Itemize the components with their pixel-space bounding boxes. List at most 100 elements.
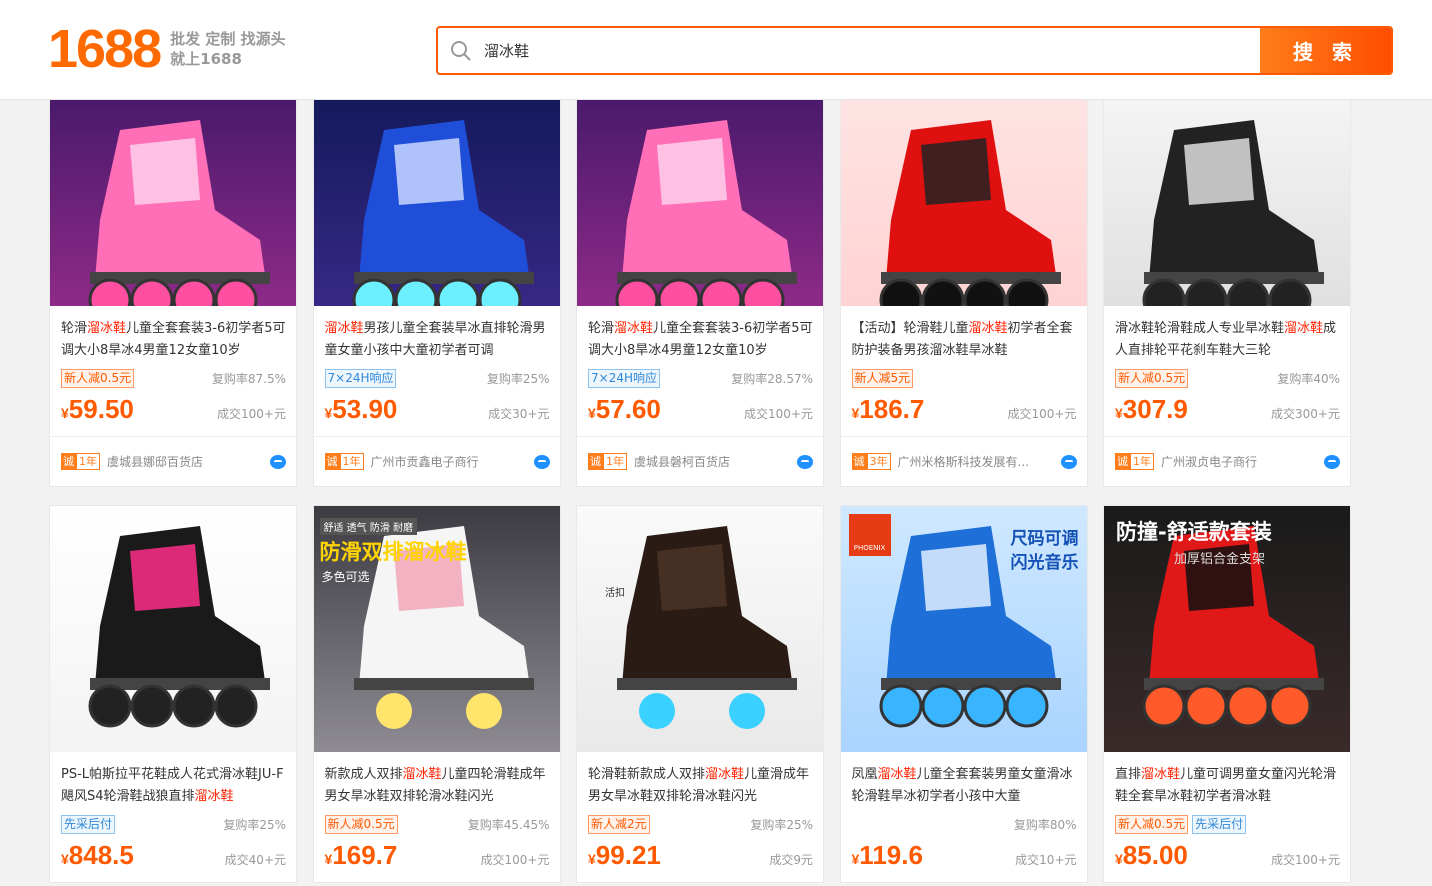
repurchase-rate: 复购率80% <box>1013 817 1077 832</box>
product-title[interactable]: 凤凰溜冰鞋儿童全套套装男童女童滑冰轮滑鞋旱冰初学者小孩中大童 <box>841 752 1087 808</box>
title-prefix: 轮滑鞋新款成人双排 <box>588 767 706 782</box>
shop-name[interactable]: 广州淑贞电子商行 <box>1161 453 1324 470</box>
product-meta: 新人减5元 <box>841 362 1087 394</box>
image-note: 活扣 <box>605 588 625 599</box>
search-button[interactable]: 搜 索 <box>1260 28 1391 73</box>
repurchase-rate: 复购率25% <box>486 371 550 386</box>
promo-tags: 新人减2元 <box>588 814 650 834</box>
price-row: ¥169.7 成交100+元 <box>314 840 560 882</box>
product-card[interactable]: 轮滑溜冰鞋儿童全套套装3-6初学者5可调大小8旱冰4男童12女童10岁 7×24… <box>576 99 824 487</box>
title-prefix: 滑冰鞋轮滑鞋成人专业旱冰鞋 <box>1115 321 1285 336</box>
product-title[interactable]: 溜冰鞋男孩儿童全套装旱冰直排轮滑男童女童小孩中大童初学者可调 <box>314 306 560 362</box>
product-price: ¥848.5 <box>61 840 134 871</box>
product-title[interactable]: 直排溜冰鞋儿童可调男童女童闪光轮滑鞋全套旱冰鞋初学者滑冰鞋 <box>1104 752 1350 808</box>
product-image[interactable] <box>840 100 1087 306</box>
product-image[interactable]: 尺码可调 闪光音乐 PHOENIX <box>840 506 1087 752</box>
product-price: ¥169.7 <box>325 840 398 871</box>
product-title[interactable]: 【活动】轮滑鞋儿童溜冰鞋初学者全套防护装备男孩溜冰鞋旱冰鞋 <box>841 306 1087 362</box>
years-badge: 1年 <box>603 453 627 470</box>
chat-icon[interactable] <box>797 454 813 469</box>
logo-slogan: 批发 定制 找源头 就上1688 <box>170 29 285 69</box>
deal-count: 成交100+元 <box>480 853 550 867</box>
promo-tag: 新人减0.5元 <box>61 368 135 388</box>
promo-tags: 新人减0.5元 <box>61 368 135 388</box>
site-logo[interactable]: 1688 批发 定制 找源头 就上1688 <box>48 22 286 76</box>
title-keyword: 溜冰鞋 <box>87 321 127 336</box>
product-meta: 先采后付 复购率25% <box>50 808 296 840</box>
cheng-badge: 诚 <box>851 453 867 470</box>
promo-tag: 新人减2元 <box>588 814 650 834</box>
product-card[interactable]: 轮滑溜冰鞋儿童全套套装3-6初学者5可调大小8旱冰4男童12女童10岁 新人减0… <box>49 99 297 487</box>
currency-symbol: ¥ <box>588 851 596 867</box>
currency-symbol: ¥ <box>1115 851 1123 867</box>
product-card[interactable]: 舒适 透气 防滑 耐磨 防滑双排溜冰鞋 多色可选 新款成人双排溜冰鞋儿童四轮滑鞋成年… <box>312 505 561 883</box>
shop-row[interactable]: 诚 1年 广州市贡鑫电子商行 <box>313 436 560 486</box>
shop-row[interactable]: 诚 1年 广州淑贞电子商行 <box>1104 436 1350 486</box>
product-title[interactable]: 轮滑溜冰鞋儿童全套套装3-6初学者5可调大小8旱冰4男童12女童10岁 <box>577 306 823 362</box>
product-card[interactable]: 尺码可调 闪光音乐 PHOENIX 凤凰溜冰鞋儿童全套套装男童女童滑冰轮滑鞋旱冰初学… <box>839 505 1088 883</box>
product-card[interactable]: 防撞-舒适款套装 加厚铝合金支架 直排溜冰鞋儿童可调男童女童闪光轮滑鞋全套旱冰鞋初… <box>1103 505 1351 883</box>
promo-tag: 新人减0.5元 <box>324 814 398 834</box>
product-meta: 新人减0.5元 复购率87.5% <box>50 362 296 394</box>
price-row: ¥59.50 成交100+元 <box>50 394 296 436</box>
product-card[interactable]: 活扣 轮滑鞋新款成人双排溜冰鞋儿童滑成年男女旱冰鞋双排轮滑冰鞋闪光 新人减2元 … <box>576 505 824 883</box>
currency-symbol: ¥ <box>61 405 69 421</box>
chat-icon[interactable] <box>1060 454 1077 469</box>
price-row: ¥848.5 成交40+元 <box>50 840 296 882</box>
chat-icon[interactable] <box>1324 454 1340 469</box>
product-image[interactable]: 防撞-舒适款套装 加厚铝合金支架 <box>1104 506 1350 752</box>
shop-name[interactable]: 虞城县磐柯百货店 <box>634 453 797 470</box>
product-card[interactable]: 溜冰鞋男孩儿童全套装旱冰直排轮滑男童女童小孩中大童初学者可调 7×24H响应 复… <box>312 99 561 487</box>
repurchase-rate: 复购率25% <box>750 817 813 832</box>
shop-row[interactable]: 诚 1年 虞城县娜邸百货店 <box>50 436 296 486</box>
product-image[interactable] <box>50 100 296 306</box>
product-image[interactable] <box>1104 100 1350 306</box>
product-title[interactable]: PS-L帕斯拉平花鞋成人花式滑冰鞋JU-F飓风S4轮滑鞋战狼直排溜冰鞋 <box>50 752 296 808</box>
price-value: 186.7 <box>859 394 925 424</box>
product-card[interactable]: 滑冰鞋轮滑鞋成人专业旱冰鞋溜冰鞋成人直排轮平花刹车鞋大三轮 新人减0.5元 复购… <box>1103 99 1351 487</box>
shop-name[interactable]: 广州市贡鑫电子商行 <box>371 453 534 470</box>
promo-tag: 7×24H响应 <box>588 368 660 388</box>
product-image[interactable] <box>577 100 823 306</box>
product-title[interactable]: 轮滑鞋新款成人双排溜冰鞋儿童滑成年男女旱冰鞋双排轮滑冰鞋闪光 <box>577 752 823 808</box>
product-image[interactable] <box>50 506 296 752</box>
product-image[interactable]: 活扣 <box>577 506 823 752</box>
image-title: 防滑双排溜冰鞋 <box>319 540 467 564</box>
promo-tag: 新人减0.5元 <box>1115 814 1189 834</box>
product-image[interactable] <box>313 100 560 306</box>
deal-count: 成交100+元 <box>744 407 813 421</box>
shop-name[interactable]: 虞城县娜邸百货店 <box>107 453 270 470</box>
product-card[interactable]: PS-L帕斯拉平花鞋成人花式滑冰鞋JU-F飓风S4轮滑鞋战狼直排溜冰鞋 先采后付… <box>49 505 297 883</box>
shop-name[interactable]: 广州米格斯科技发展有... <box>898 453 1061 470</box>
search-input[interactable] <box>484 28 1260 73</box>
product-title[interactable]: 滑冰鞋轮滑鞋成人专业旱冰鞋溜冰鞋成人直排轮平花刹车鞋大三轮 <box>1104 306 1350 362</box>
repurchase-rate: 复购率40% <box>1277 371 1340 386</box>
price-row: ¥99.21 成交9元 <box>577 840 823 882</box>
title-prefix: 【活动】轮滑鞋儿童 <box>851 321 969 336</box>
deal-count: 成交100+元 <box>1271 853 1340 867</box>
shop-row[interactable]: 诚 1年 虞城县磐柯百货店 <box>577 436 823 486</box>
promo-tags: 7×24H响应 <box>324 368 397 388</box>
product-title[interactable]: 轮滑溜冰鞋儿童全套套装3-6初学者5可调大小8旱冰4男童12女童10岁 <box>50 306 296 362</box>
title-keyword: 溜冰鞋 <box>1141 767 1181 782</box>
title-prefix: PS-L帕斯拉平花鞋成人花式滑冰鞋JU-F飓风S4轮滑鞋战狼直排 <box>61 767 284 804</box>
product-title[interactable]: 新款成人双排溜冰鞋儿童四轮滑鞋成年男女旱冰鞋双排轮滑冰鞋闪光 <box>314 752 560 808</box>
promo-tags: 新人减5元 <box>851 368 914 388</box>
price-value: 119.6 <box>859 840 923 870</box>
promo-tag: 先采后付 <box>1192 814 1247 834</box>
promo-tags: 新人减0.5元 <box>1115 368 1189 388</box>
years-badge: 1年 <box>339 453 364 470</box>
image-title: 防撞-舒适款套装 <box>1116 520 1272 544</box>
cheng-badge: 诚 <box>324 453 340 470</box>
currency-symbol: ¥ <box>588 405 596 421</box>
promo-tag: 7×24H响应 <box>324 368 397 388</box>
slogan-line-2: 就上1688 <box>170 50 242 68</box>
shop-row[interactable]: 诚 3年 广州米格斯科技发展有... <box>840 436 1087 486</box>
product-meta: 新人减0.5元 复购率45.45% <box>314 808 560 840</box>
chat-icon[interactable] <box>270 454 286 469</box>
product-price: ¥57.60 <box>588 394 661 425</box>
chat-icon[interactable] <box>533 454 550 469</box>
product-meta: 7×24H响应 复购率25% <box>314 362 560 394</box>
product-image[interactable]: 舒适 透气 防滑 耐磨 防滑双排溜冰鞋 多色可选 <box>313 506 560 752</box>
product-card[interactable]: 【活动】轮滑鞋儿童溜冰鞋初学者全套防护装备男孩溜冰鞋旱冰鞋 新人减5元 ¥186… <box>839 99 1088 487</box>
